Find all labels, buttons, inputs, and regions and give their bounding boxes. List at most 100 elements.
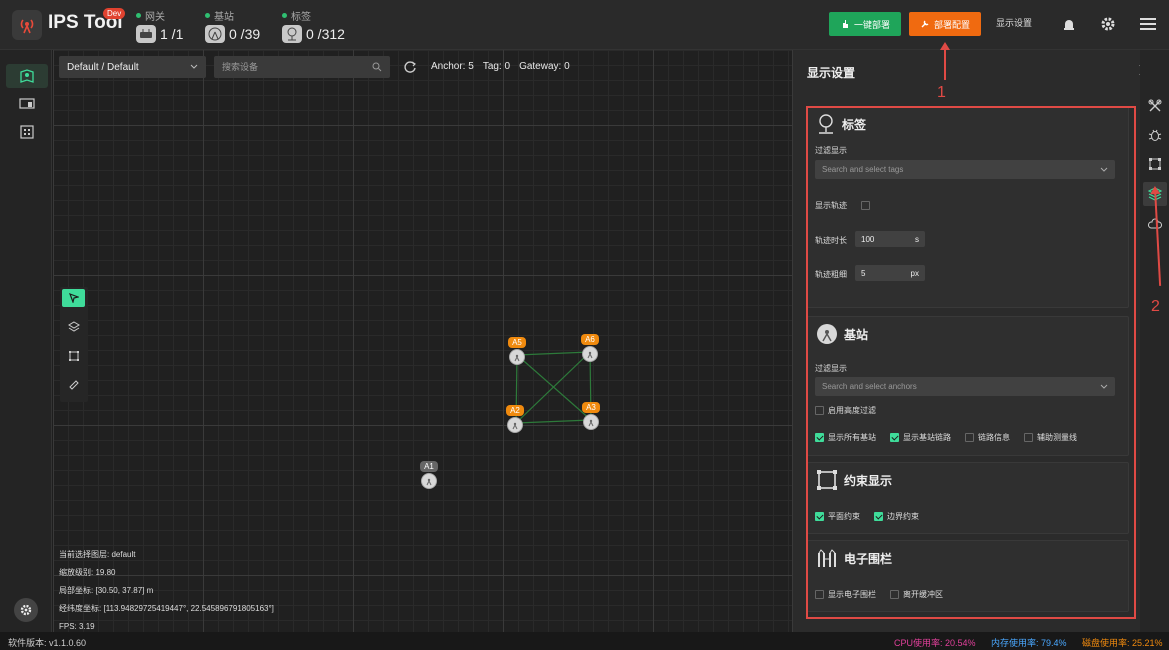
dev-badge: Dev — [103, 8, 126, 19]
anchor-a5[interactable]: A5 — [497, 334, 537, 365]
deploy-config-label: 部署配置 — [933, 19, 970, 30]
local-coord-label: 局部坐标: — [59, 586, 94, 595]
antenna-icon — [507, 417, 523, 433]
track-width-value: 5 — [861, 268, 866, 278]
track-width-unit: px — [910, 268, 919, 278]
fence-section: 电子围栏 显示电子围栏 离开缓冲区 — [807, 540, 1129, 612]
show-track-label: 显示轨迹 — [815, 201, 847, 210]
tag-stat-value: 0 /312 — [306, 26, 345, 42]
map-canvas[interactable]: Default / Default Anchor: 5 Tag: 0 Gatew… — [53, 50, 792, 632]
tag-pin-icon — [819, 114, 833, 134]
panel-scroll-area[interactable]: 标签 过滤显示 显示轨迹 轨迹时长 100 s 轨迹粗细 5 px — [801, 106, 1135, 628]
height-filter-label: 启用高度过滤 — [828, 406, 876, 415]
show-track-checkbox[interactable] — [861, 201, 870, 210]
gear-icon — [20, 604, 32, 616]
right-tool-rail — [1140, 50, 1169, 632]
building-nav-item[interactable] — [6, 120, 48, 144]
top-bar: IPS Tool Dev 网关 1 /1 基站 0 /39 标签 0 /312 … — [0, 0, 1169, 50]
anchor-display-options: 显示所有基站 显示基站链路 链路信息 辅助测量线 — [815, 432, 1077, 443]
anchor-stat: 基站 0 /39 — [205, 8, 260, 43]
region-rail-tool[interactable] — [1143, 152, 1167, 176]
left-nav-rail — [0, 50, 52, 632]
show-fence-label: 显示电子围栏 — [828, 590, 876, 599]
plane-constraint-checkbox[interactable] — [815, 512, 824, 521]
track-width-input[interactable]: 5 px — [855, 265, 925, 281]
anchor-a2[interactable]: A2 — [495, 402, 535, 433]
link-info-checkbox[interactable] — [965, 433, 974, 442]
tags-section-header: 标签 — [816, 113, 866, 135]
anchor-a6[interactable]: A6 — [570, 331, 610, 362]
height-filter-checkbox[interactable] — [815, 406, 824, 415]
leave-buffer-label: 离开缓冲区 — [903, 590, 943, 599]
show-all-anchors-checkbox[interactable] — [815, 433, 824, 442]
track-duration-label: 轨迹时长 — [815, 236, 847, 245]
fps-value: 3.19 — [79, 622, 95, 631]
panel-title: 显示设置 — [807, 66, 856, 80]
annotation-marker-1: 1 — [937, 84, 946, 101]
aux-line-label: 辅助测量线 — [1037, 433, 1077, 442]
show-anchor-links-checkbox[interactable] — [890, 433, 899, 442]
annotation-marker-2: 2 — [1151, 298, 1160, 315]
boundary-constraint-label: 边界约束 — [887, 512, 919, 521]
gateway-stat-value: 1 /1 — [160, 26, 184, 42]
cpu-usage: CPU使用率: 20.54% — [894, 638, 976, 648]
anchor-a3[interactable]: A3 — [571, 399, 611, 430]
gear-icon[interactable] — [1098, 14, 1118, 34]
anchors-section-header: 基站 — [816, 323, 868, 345]
leave-buffer-checkbox[interactable] — [890, 590, 899, 599]
track-width-label: 轨迹粗细 — [815, 270, 847, 279]
alarm-bell-icon[interactable] — [1059, 14, 1079, 34]
map-nav-item[interactable] — [6, 64, 48, 88]
constraints-section: 约束显示 平面约束 边界约束 — [807, 462, 1129, 534]
local-coord-value: [30.50, 37.87] m — [95, 586, 154, 595]
wrench-cross-tool[interactable] — [1143, 94, 1167, 118]
boundary-constraint-checkbox[interactable] — [874, 512, 883, 521]
region-select-icon — [817, 470, 837, 490]
display-settings-panel: 显示设置 标签 过滤显示 显示轨迹 轨迹时长 100 s 轨迹粗细 — [792, 50, 1151, 632]
map-pin-icon — [20, 69, 34, 83]
constraint-options: 平面约束 边界约束 — [815, 511, 919, 522]
debug-tool[interactable] — [1143, 123, 1167, 147]
track-duration-input[interactable]: 100 s — [855, 231, 925, 247]
anchor-icon — [817, 324, 837, 344]
settings-gear-button[interactable] — [14, 598, 38, 622]
anchors-filter-input[interactable] — [822, 382, 1082, 391]
anchors-section-title: 基站 — [844, 327, 869, 342]
software-version: 软件版本: v1.1.0.60 — [8, 638, 87, 648]
anchor-links — [515, 351, 592, 424]
fence-section-header: 电子围栏 — [816, 547, 892, 569]
track-duration-value: 100 — [861, 234, 875, 244]
hamburger-menu-icon[interactable] — [1138, 14, 1158, 34]
tags-section: 标签 过滤显示 显示轨迹 轨迹时长 100 s 轨迹粗细 5 px — [807, 106, 1129, 308]
tag-pin-icon — [282, 25, 302, 43]
display-settings-button[interactable]: 显示设置 — [996, 16, 1032, 29]
layer-value: default — [111, 550, 136, 559]
status-bar: 软件版本: v1.1.0.60 CPU使用率: 20.54% 内存使用率: 79… — [0, 632, 1169, 650]
geo-coord-label: 经纬度坐标: — [59, 604, 102, 613]
show-track-row: 显示轨迹 — [815, 200, 870, 211]
chevron-down-icon — [1100, 167, 1108, 172]
anchors-filter-select[interactable] — [815, 377, 1115, 396]
devices-icon — [19, 98, 35, 109]
anchor-icon — [205, 25, 225, 43]
deploy-config-button[interactable]: 部署配置 — [909, 12, 981, 36]
anchor-a1[interactable]: A1 — [409, 458, 449, 489]
tags-filter-input[interactable] — [822, 165, 1082, 174]
fence-icon — [818, 549, 836, 567]
show-fence-checkbox[interactable] — [815, 590, 824, 599]
aux-line-checkbox[interactable] — [1024, 433, 1033, 442]
one-click-deploy-button[interactable]: 一键部署 — [829, 12, 901, 36]
show-all-anchors-label: 显示所有基站 — [828, 433, 876, 442]
tags-filter-label: 过滤显示 — [815, 146, 847, 155]
height-filter-row: 启用高度过滤 — [815, 405, 876, 416]
tags-filter-select[interactable] — [815, 160, 1115, 179]
constraints-section-header: 约束显示 — [816, 469, 892, 491]
disk-usage: 磁盘使用率: 25.21% — [1082, 638, 1163, 648]
devices-nav-item[interactable] — [6, 92, 48, 116]
zoom-label: 缩放级别: — [59, 568, 94, 577]
hand-icon — [842, 20, 848, 28]
link-info-label: 链路信息 — [978, 433, 1010, 442]
anchor-a2-label: A2 — [506, 405, 524, 416]
tools-icon — [1148, 99, 1162, 112]
anchor-a3-label: A3 — [582, 402, 600, 413]
